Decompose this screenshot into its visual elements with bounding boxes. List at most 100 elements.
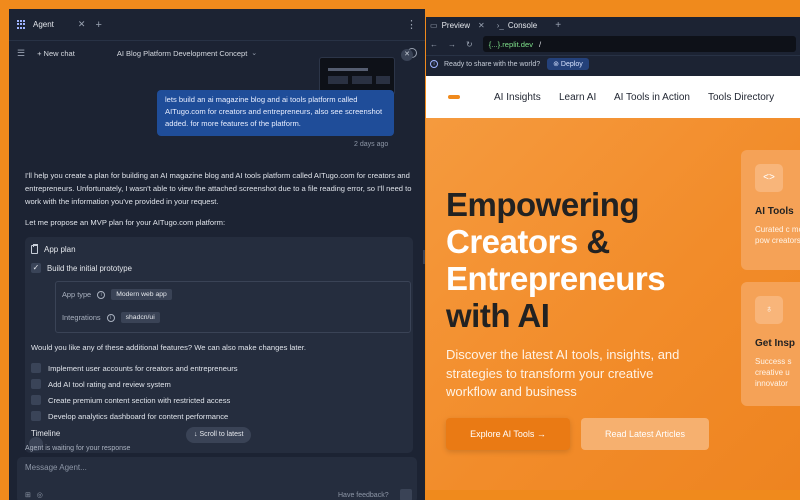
new-chat-button[interactable]: + New chat [37,49,75,58]
preview-tabbar: ▭ Preview ✕ ›_ Console + [426,17,800,33]
features-question: Would you like any of these additional f… [31,343,306,352]
checkbox[interactable] [31,363,41,373]
hero-description: Discover the latest AI tools, insights, … [446,347,680,399]
feature-option[interactable]: Develop analytics dashboard for content … [31,411,228,421]
user-message: lets build an ai magazine blog and ai to… [157,90,394,136]
card-title: AI Tools [755,206,794,217]
app-plan-card: App plan ✓ Build the initial prototype A… [25,237,413,453]
kebab-menu-icon[interactable]: ⋮ [406,18,417,31]
preview-icon: ▭ [430,20,438,30]
hero-line-2: Creators [446,223,578,260]
forward-icon[interactable]: → [448,40,456,49]
close-icon[interactable]: ✕ [78,19,86,30]
url-bar: ← → ↻ {...}.replit.dev / [426,33,800,55]
close-icon[interactable]: ✕ [478,21,485,30]
agent-reply: I'll help you create a plan for building… [25,171,412,206]
site-logo[interactable] [448,95,460,99]
card-title: Get Insp [755,338,796,349]
feature-card-ai-tools[interactable]: <> AI Tools Curated c most pow creators [741,150,800,270]
scroll-latest-label: Scroll to latest [199,431,244,438]
deploy-banner: i Ready to share with the world? ⊚ Deplo… [426,55,800,72]
nav-ai-insights[interactable]: AI Insights [494,92,541,103]
waiting-status: Agent is waiting for your response [25,445,131,452]
new-chat-label: New chat [43,48,75,58]
integrations-row: Integrations i shadcn/ui [62,312,160,323]
hero-line-1: Empowering [446,186,640,223]
preview-panel: ▭ Preview ✕ ›_ Console + ← → ↻ {...}.rep… [426,17,800,490]
deploy-button[interactable]: ⊚ Deploy [547,58,589,70]
clipboard-icon [31,244,38,254]
app-type-pill[interactable]: Modern web app [111,289,172,300]
new-tab-icon[interactable]: + [555,20,561,31]
plan-title: App plan [44,245,76,254]
explore-ai-tools-button[interactable]: Explore AI Tools → [446,418,570,450]
agent-tab[interactable]: Agent [33,20,54,29]
feature-option-label: Implement user accounts for creators and… [48,363,238,373]
integrations-label: Integrations [62,313,101,322]
checkbox[interactable] [31,411,41,421]
spec-box: App type i Modern web app Integrations i… [55,281,411,333]
close-icon[interactable]: ✕ [401,49,413,61]
prototype-item[interactable]: ✓ Build the initial prototype [31,263,132,273]
panel-resize-handle[interactable] [423,250,425,264]
hero-ampersand: & [586,223,610,260]
info-icon[interactable]: i [97,290,106,299]
chat-title[interactable]: AI Blog Platform Development Concept [117,49,247,58]
send-button[interactable] [400,489,412,500]
hero-section: Empowering Creators & Entrepreneurs with… [426,118,800,490]
code-icon: <> [755,164,783,192]
message-composer: Message Agent... ⊞ ◎ Have feedback? [17,457,417,500]
feature-option[interactable]: Implement user accounts for creators and… [31,363,238,373]
site-navbar: AI Insights Learn AI AI Tools in Action … [426,76,800,118]
console-icon: ›_ [496,20,504,30]
feature-option-label: Add AI tool rating and review system [48,379,171,389]
hero-title: Empowering Creators & Entrepreneurs with… [446,186,726,334]
back-icon[interactable]: ← [430,40,438,49]
plan-header: App plan [31,244,76,254]
read-latest-articles-button[interactable]: Read Latest Articles [581,418,709,450]
new-tab-icon[interactable]: + [95,19,101,31]
hero-line-3: Entrepreneurs [446,260,666,297]
agent-reply-propose: Let me propose an MVP plan for your AITu… [25,218,226,227]
card-desc: Curated c most pow creators [755,225,800,245]
checkbox[interactable] [31,379,41,389]
checkbox[interactable] [31,395,41,405]
hero-line-4: with AI [446,297,550,334]
agent-tabbar: Agent ✕ + ⋮ [9,9,425,41]
feature-option-label: Develop analytics dashboard for content … [48,411,229,421]
attach-icon[interactable]: ⊞ ◎ [25,491,43,499]
integrations-pill[interactable]: shadcn/ui [120,312,160,323]
nav-learn-ai[interactable]: Learn AI [559,92,596,103]
prototype-label: Build the initial prototype [47,263,132,273]
info-icon[interactable]: i [106,313,115,322]
chevron-down-icon[interactable]: ⌄ [251,49,257,57]
message-timestamp: 2 days ago [354,141,389,148]
scroll-to-latest-button[interactable]: ↓ Scroll to latest [186,427,252,443]
tab-console[interactable]: Console [508,21,537,30]
url-domain: {...}.replit.dev [488,39,534,49]
reload-icon[interactable]: ↻ [466,40,473,49]
app-type-label: App type [62,290,92,299]
feedback-link[interactable]: Have feedback? [338,492,389,499]
website-preview: AI Insights Learn AI AI Tools in Action … [426,76,800,490]
message-input[interactable]: Message Agent... [25,463,87,472]
feature-option[interactable]: Create premium content section with rest… [31,395,230,405]
feature-option-label: Create premium content section with rest… [48,395,231,405]
url-input[interactable]: {...}.replit.dev / [482,36,796,52]
card-desc: Success s creative u innovator [755,357,792,388]
lightbulb-icon: ♁ [755,296,783,324]
url-path: / [539,39,542,49]
banner-text: Ready to share with the world? [444,60,541,68]
nav-tools-directory[interactable]: Tools Directory [708,92,774,103]
feature-card-inspiration[interactable]: ♁ Get Insp Success s creative u innovato… [741,282,800,406]
check-icon[interactable]: ✓ [31,263,41,273]
deploy-label: Deploy [560,61,583,68]
agent-panel: Agent ✕ + ⋮ ☰ + New chat AI Blog Platfor… [9,9,425,500]
list-menu-icon[interactable]: ☰ [17,48,25,59]
tab-preview[interactable]: Preview [442,21,470,30]
app-type-row: App type i Modern web app [62,289,172,300]
info-icon: i [430,60,438,68]
agent-grid-icon [17,19,27,30]
feature-option[interactable]: Add AI tool rating and review system [31,379,171,389]
nav-ai-tools-in-action[interactable]: AI Tools in Action [614,92,690,103]
